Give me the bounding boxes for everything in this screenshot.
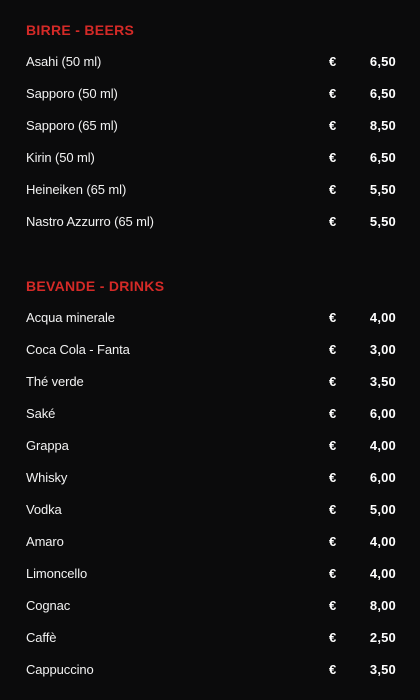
currency-symbol: € bbox=[329, 214, 337, 229]
menu-item: Kirin (50 ml) € 6,50 bbox=[0, 148, 420, 168]
currency-symbol: € bbox=[329, 342, 337, 357]
currency-symbol: € bbox=[329, 534, 337, 549]
menu-item: Sapporo (65 ml) € 8,50 bbox=[0, 116, 420, 136]
currency-symbol: € bbox=[329, 86, 337, 101]
item-name: Nastro Azzurro (65 ml) bbox=[26, 214, 154, 229]
item-price: 5,00 bbox=[369, 502, 396, 517]
menu-item: Cappuccino € 3,50 bbox=[0, 660, 420, 680]
menu-item: Heineiken (65 ml) € 5,50 bbox=[0, 180, 420, 200]
menu-item: Acqua minerale € 4,00 bbox=[0, 308, 420, 328]
item-name: Cappuccino bbox=[26, 662, 94, 677]
item-price: 8,00 bbox=[369, 598, 396, 613]
item-price: 5,50 bbox=[369, 182, 396, 197]
item-name: Caffè bbox=[26, 630, 57, 645]
menu-item: Cognac € 8,00 bbox=[0, 596, 420, 616]
item-price: 5,50 bbox=[369, 214, 396, 229]
item-price: 3,50 bbox=[369, 662, 396, 677]
menu-item: Grappa € 4,00 bbox=[0, 436, 420, 456]
item-name: Asahi (50 ml) bbox=[26, 54, 102, 69]
currency-symbol: € bbox=[329, 150, 337, 165]
item-price: 6,00 bbox=[369, 470, 396, 485]
currency-symbol: € bbox=[329, 310, 337, 325]
item-price: 6,50 bbox=[369, 150, 396, 165]
item-price: 6,00 bbox=[369, 406, 396, 421]
item-name: Sapporo (65 ml) bbox=[26, 118, 118, 133]
menu-item: Vodka € 5,00 bbox=[0, 500, 420, 520]
item-name: Whisky bbox=[26, 470, 68, 485]
item-price: 4,00 bbox=[369, 534, 396, 549]
item-name: Acqua minerale bbox=[26, 310, 115, 325]
item-name: Amaro bbox=[26, 534, 64, 549]
menu-item: Asahi (50 ml) € 6,50 bbox=[0, 52, 420, 72]
currency-symbol: € bbox=[329, 182, 337, 197]
item-price: 6,50 bbox=[369, 54, 396, 69]
item-name: Saké bbox=[26, 406, 56, 421]
item-name: Limoncello bbox=[26, 566, 88, 581]
item-price: 3,50 bbox=[369, 374, 396, 389]
currency-symbol: € bbox=[329, 502, 337, 517]
currency-symbol: € bbox=[329, 54, 337, 69]
item-name: Vodka bbox=[26, 502, 62, 517]
menu-item: Limoncello € 4,00 bbox=[0, 564, 420, 584]
currency-symbol: € bbox=[329, 406, 337, 421]
item-name: Heineiken (65 ml) bbox=[26, 182, 127, 197]
item-price: 6,50 bbox=[369, 86, 396, 101]
item-name: Sapporo (50 ml) bbox=[26, 86, 118, 101]
item-price: 4,00 bbox=[369, 310, 396, 325]
currency-symbol: € bbox=[329, 470, 337, 485]
menu-item: Whisky € 6,00 bbox=[0, 468, 420, 488]
currency-symbol: € bbox=[329, 630, 337, 645]
currency-symbol: € bbox=[329, 662, 337, 677]
drinks-menu: BIRRE - BEERS Asahi (50 ml) € 6,50 Sappo… bbox=[0, 0, 420, 700]
currency-symbol: € bbox=[329, 374, 337, 389]
section-title-beers: BIRRE - BEERS bbox=[26, 22, 135, 38]
currency-symbol: € bbox=[329, 118, 337, 133]
item-price: 2,50 bbox=[369, 630, 396, 645]
currency-symbol: € bbox=[329, 598, 337, 613]
menu-item: Amaro € 4,00 bbox=[0, 532, 420, 552]
item-name: Grappa bbox=[26, 438, 69, 453]
currency-symbol: € bbox=[329, 438, 337, 453]
item-name: Coca Cola - Fanta bbox=[26, 342, 130, 357]
item-price: 4,00 bbox=[369, 438, 396, 453]
menu-item: Thé verde € 3,50 bbox=[0, 372, 420, 392]
menu-item: Saké € 6,00 bbox=[0, 404, 420, 424]
item-name: Cognac bbox=[26, 598, 71, 613]
menu-item: Coca Cola - Fanta € 3,00 bbox=[0, 340, 420, 360]
item-name: Thé verde bbox=[26, 374, 84, 389]
currency-symbol: € bbox=[329, 566, 337, 581]
item-price: 4,00 bbox=[369, 566, 396, 581]
item-name: Kirin (50 ml) bbox=[26, 150, 95, 165]
item-price: 8,50 bbox=[369, 118, 396, 133]
menu-item: Sapporo (50 ml) € 6,50 bbox=[0, 84, 420, 104]
menu-item: Caffè € 2,50 bbox=[0, 628, 420, 648]
menu-item: Nastro Azzurro (65 ml) € 5,50 bbox=[0, 212, 420, 232]
section-title-drinks: BEVANDE - DRINKS bbox=[26, 278, 165, 294]
item-price: 3,00 bbox=[369, 342, 396, 357]
